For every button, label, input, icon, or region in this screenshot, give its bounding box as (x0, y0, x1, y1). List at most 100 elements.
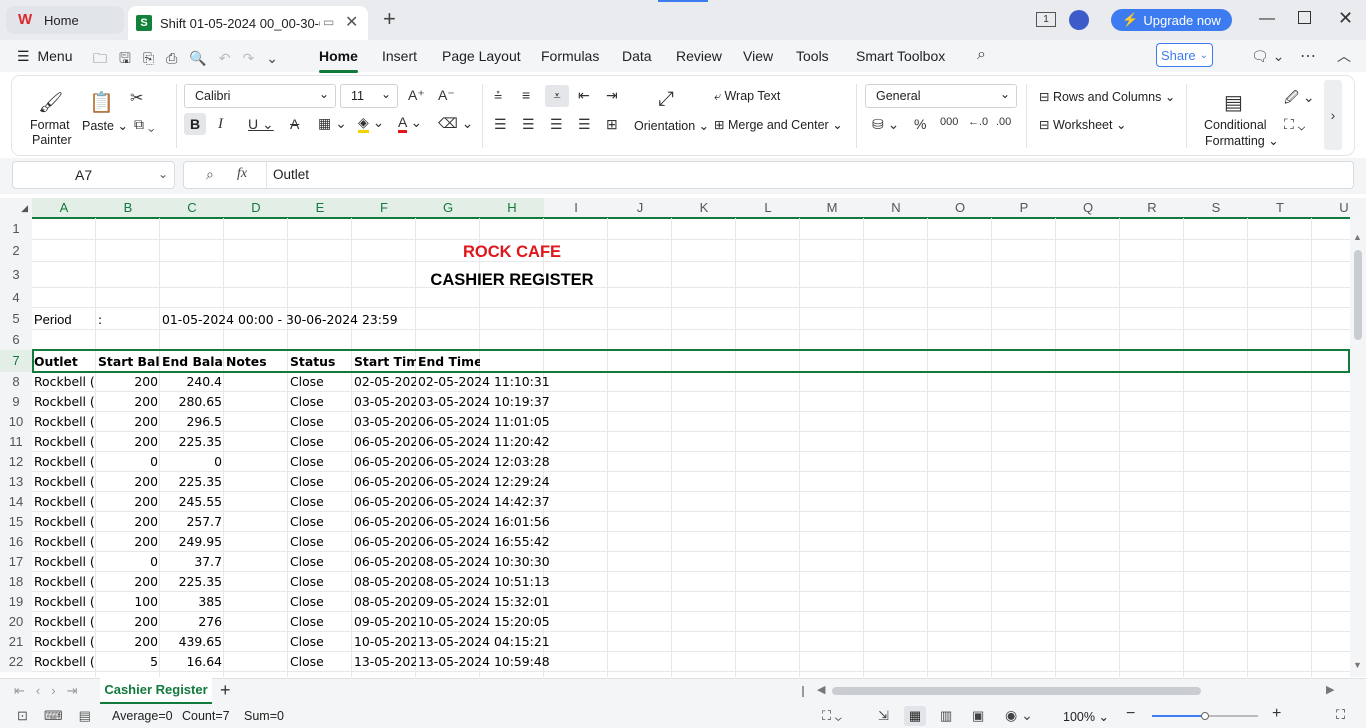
column-header[interactable]: C (160, 198, 224, 218)
table-cell[interactable]: 200 (96, 472, 160, 492)
close-window-icon[interactable]: ✕ (1338, 8, 1353, 29)
decrease-decimal-icon[interactable]: .00 (996, 116, 1011, 128)
table-cell[interactable]: 03-05-2024 (352, 392, 416, 412)
table-cell[interactable]: Close (288, 652, 352, 672)
cut-icon[interactable]: ✂ (130, 88, 143, 108)
row-header[interactable]: 2 (0, 240, 32, 262)
bold-button[interactable]: B (184, 113, 206, 135)
table-cell[interactable]: 100 (96, 592, 160, 612)
italic-button[interactable]: I (218, 116, 223, 133)
comment-icon[interactable]: 🗨 ⌄ (1251, 48, 1284, 65)
justify-icon[interactable]: ☰ (578, 116, 591, 133)
table-cell[interactable]: 08-05-2024 (352, 592, 416, 612)
table-cell[interactable]: 13-05-2024 04:15:21 (416, 632, 550, 652)
fullscreen-icon[interactable]: ⛶ (1336, 707, 1345, 723)
row-header[interactable]: 12 (0, 452, 32, 472)
table-cell[interactable]: Close (288, 432, 352, 452)
decrease-font-icon[interactable]: A⁻ (438, 87, 455, 104)
wrap-text-button[interactable]: ⤶ Wrap Text (714, 89, 780, 104)
zoom-formula-icon[interactable]: ⌕ (206, 166, 214, 183)
table-cell[interactable]: 0 (160, 452, 224, 472)
fx-icon[interactable]: fx (237, 166, 247, 182)
format-painter-icon[interactable]: 🖌 (38, 90, 63, 114)
table-cell[interactable]: Close (288, 392, 352, 412)
table-cell[interactable]: Close (288, 612, 352, 632)
column-header[interactable]: A (32, 198, 96, 218)
number-format-select[interactable]: General ⌄ (865, 84, 1017, 108)
increase-font-icon[interactable]: A⁺ (408, 87, 425, 104)
row-header[interactable]: 17 (0, 552, 32, 572)
table-cell[interactable]: 08-05-2024 10:51:13 (416, 572, 550, 592)
table-cell[interactable]: Rockbell ( (32, 432, 96, 452)
period-value[interactable]: 01-05-2024 00:00 - 30-06-2024 23:59 (160, 310, 416, 330)
table-cell[interactable]: Close (288, 572, 352, 592)
table-cell[interactable]: 16.64 (160, 652, 224, 672)
increase-indent-icon[interactable]: ⇥ (606, 87, 618, 104)
table-cell[interactable] (224, 492, 288, 512)
row-header[interactable]: 13 (0, 472, 32, 492)
table-cell[interactable]: 06-05-2024 11:20:42 (416, 432, 550, 452)
table-cell[interactable]: 10-05-2024 (352, 632, 416, 652)
column-header[interactable]: K (672, 198, 736, 218)
table-header-cell[interactable]: Outlet (32, 352, 96, 372)
paste-icon[interactable]: 📋 (89, 90, 114, 114)
table-cell[interactable]: 245.55 (160, 492, 224, 512)
macro-icon[interactable]: ⊡ (17, 708, 44, 723)
table-cell[interactable] (224, 412, 288, 432)
table-cell[interactable]: Rockbell ( (32, 532, 96, 552)
column-header[interactable]: R (1120, 198, 1184, 218)
table-cell[interactable]: 257.7 (160, 512, 224, 532)
record-icon[interactable]: ⌨ (44, 708, 79, 723)
sheet-subtitle[interactable]: CASHIER REGISTER (416, 268, 608, 292)
last-sheet-icon[interactable]: ⇥ (67, 683, 89, 698)
redo-icon[interactable]: ↷ (243, 50, 267, 66)
clear-format-icon[interactable]: ⌫ ⌄ (438, 115, 473, 132)
period-label[interactable]: Period (32, 310, 96, 330)
table-cell[interactable]: Rockbell ( (32, 412, 96, 432)
page-layout-view-icon[interactable]: ▥ (940, 708, 952, 724)
splitter[interactable] (802, 686, 804, 697)
save-icon[interactable]: 🖫 (119, 50, 143, 66)
align-left-icon[interactable]: ☰ (494, 116, 507, 133)
borders-icon[interactable]: ▦ ⌄ (318, 115, 347, 132)
table-cell[interactable]: 02-05-2024 11:10:31 (416, 372, 550, 392)
table-cell[interactable]: Rockbell ( (32, 592, 96, 612)
add-sheet-icon[interactable]: + (220, 680, 231, 701)
table-cell[interactable]: Rockbell ( (32, 492, 96, 512)
strikethrough-icon[interactable]: A (290, 116, 299, 132)
table-cell[interactable] (224, 452, 288, 472)
close-tab-icon[interactable]: ✕ (345, 12, 358, 32)
table-cell[interactable]: 08-05-2024 10:30:30 (416, 552, 550, 572)
table-cell[interactable]: 249.95 (160, 532, 224, 552)
table-cell[interactable]: 13-05-2024 (352, 652, 416, 672)
orientation-button[interactable]: Orientation ⌄ (634, 118, 709, 133)
table-cell[interactable] (224, 472, 288, 492)
increase-decimal-icon[interactable]: ←.0 (968, 116, 988, 128)
row-header[interactable]: 4 (0, 288, 32, 308)
zoom-out-icon[interactable]: − (1126, 705, 1135, 723)
format-painter-label-1[interactable]: Format (30, 118, 70, 132)
ribbon-scroll-right-icon[interactable]: › (1324, 80, 1342, 150)
tab-page-layout[interactable]: Page Layout (442, 48, 521, 64)
share-button[interactable]: Share ⌄ (1156, 43, 1213, 67)
column-header[interactable]: O (928, 198, 992, 218)
tab-data[interactable]: Data (622, 48, 652, 64)
table-cell[interactable]: 385 (160, 592, 224, 612)
column-header[interactable]: S (1184, 198, 1248, 218)
table-cell[interactable]: 09-05-2024 (352, 612, 416, 632)
sheet-tab-cashier-register[interactable]: Cashier Register (100, 678, 212, 704)
align-middle-icon[interactable]: ≡ (522, 87, 530, 103)
view-mode-icon[interactable]: ▤ (79, 708, 107, 723)
tab-review[interactable]: Review (676, 48, 722, 64)
column-header[interactable]: N (864, 198, 928, 218)
tab-insert[interactable]: Insert (382, 48, 417, 64)
underline-button[interactable]: U ⌄ (248, 116, 274, 133)
select-all-corner[interactable]: ◢ (0, 198, 32, 218)
row-header[interactable]: 1 (0, 218, 32, 240)
column-header[interactable]: J (608, 198, 672, 218)
table-cell[interactable]: 06-05-2024 (352, 492, 416, 512)
table-cell[interactable]: 06-05-2024 (352, 552, 416, 572)
formula-input[interactable]: ⌕ fx Outlet (183, 161, 1354, 189)
column-header[interactable]: P (992, 198, 1056, 218)
font-color-icon[interactable]: A ⌄ (398, 114, 422, 133)
